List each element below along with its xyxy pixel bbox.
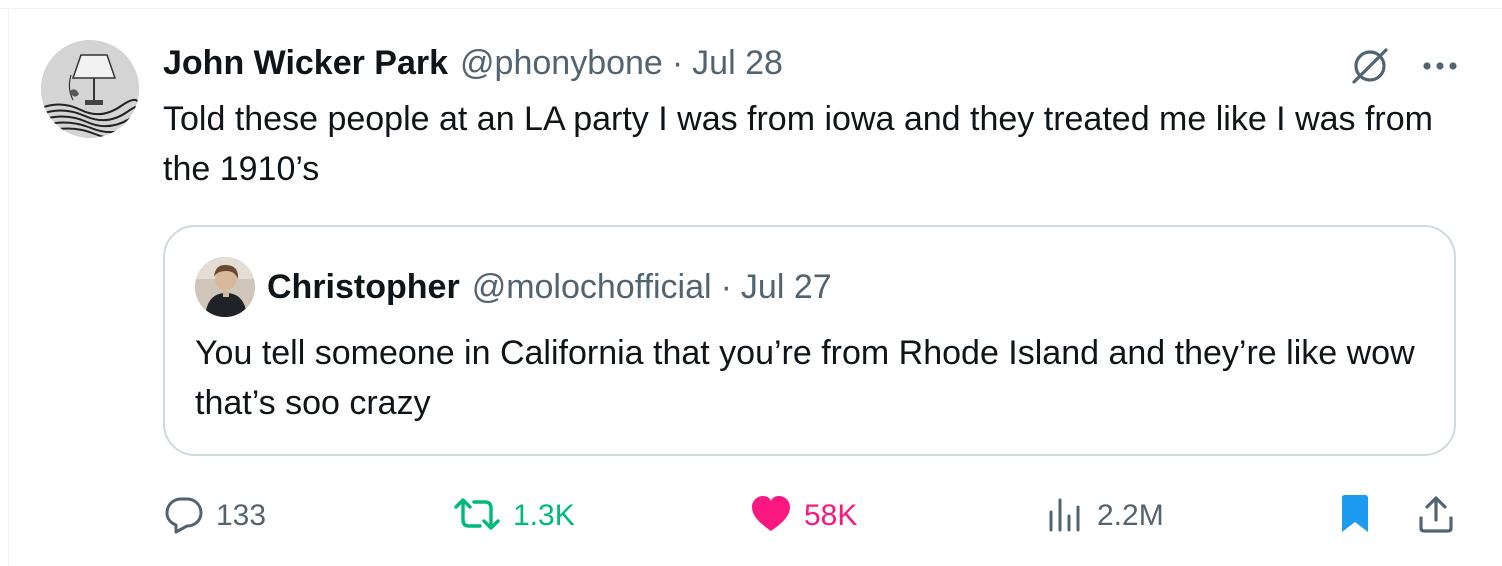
quote-author-avatar[interactable] — [195, 257, 255, 317]
repost-button[interactable]: 1.3K — [453, 492, 575, 540]
top-right-actions — [1348, 44, 1458, 88]
repost-count: 1.3K — [513, 499, 575, 532]
bookmark-icon — [1339, 494, 1371, 539]
like-button[interactable]: 58K — [750, 492, 857, 540]
author-avatar[interactable] — [41, 40, 139, 138]
left-divider — [8, 8, 9, 566]
quoted-post-card[interactable]: Christopher @molochofficial · Jul 27 You… — [163, 225, 1456, 456]
views-icon — [1045, 494, 1085, 539]
share-icon — [1416, 494, 1456, 539]
share-button[interactable] — [1416, 492, 1456, 540]
quote-author-name[interactable]: Christopher — [267, 268, 460, 307]
like-icon — [750, 494, 792, 539]
top-divider — [0, 8, 1502, 9]
like-count: 58K — [804, 499, 858, 532]
grok-icon[interactable] — [1348, 44, 1392, 88]
post-text: Told these people at an LA party I was f… — [163, 100, 1433, 188]
repost-icon — [453, 494, 501, 539]
quote-author-handle[interactable]: @molochofficial — [472, 268, 712, 307]
person-photo-avatar-image — [195, 257, 255, 317]
author-name[interactable]: John Wicker Park — [163, 44, 448, 83]
post-date[interactable]: Jul 28 — [692, 44, 783, 83]
author-handle[interactable]: @phonybone — [460, 44, 663, 83]
quote-header: Christopher @molochofficial · Jul 27 — [267, 263, 832, 311]
reply-button[interactable]: 133 — [164, 492, 266, 540]
more-icon[interactable] — [1422, 60, 1458, 72]
reply-icon — [164, 494, 204, 539]
quote-date[interactable]: Jul 27 — [741, 268, 832, 307]
views-button[interactable]: 2.2M — [1045, 492, 1164, 540]
quote-header-separator: · — [720, 267, 732, 306]
post-header: John Wicker Park @phonybone · Jul 28 — [163, 40, 783, 86]
header-separator: · — [671, 43, 684, 82]
reply-count: 133 — [216, 499, 267, 532]
views-count: 2.2M — [1097, 499, 1164, 532]
action-bar: 133 1.3K 58K 2.2M — [0, 492, 1502, 540]
lamp-sketch-avatar-image — [41, 40, 139, 138]
quote-text: You tell someone in California that you’… — [195, 334, 1415, 422]
bookmark-button[interactable] — [1339, 492, 1371, 540]
